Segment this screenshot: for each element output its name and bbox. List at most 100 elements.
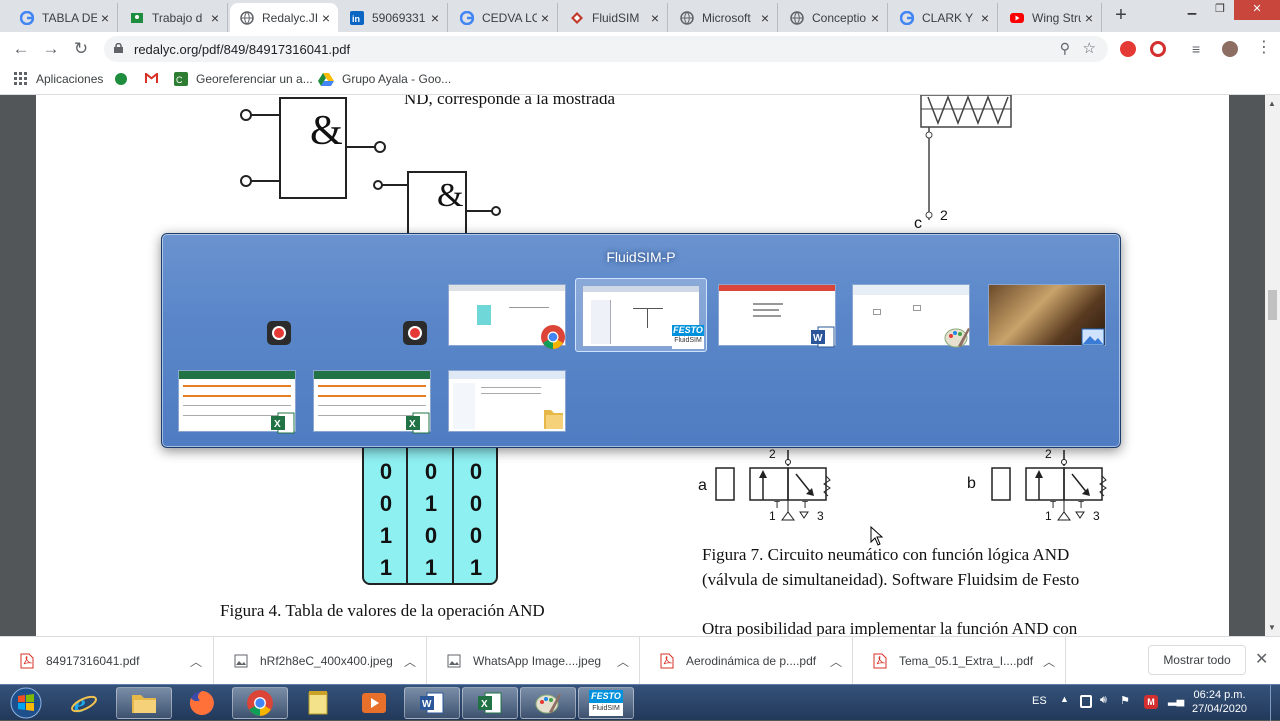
switcher-window-photo-viewer[interactable] xyxy=(988,284,1106,348)
taskbar-word[interactable]: W xyxy=(404,687,460,719)
scroll-up-icon[interactable]: ▲ xyxy=(1268,99,1276,108)
tab-title: 59069331 xyxy=(372,10,426,25)
taskbar-excel[interactable]: X xyxy=(462,687,518,719)
new-tab-button[interactable]: + xyxy=(1110,5,1132,27)
dropbox-icon[interactable] xyxy=(1080,695,1092,708)
svg-text:in: in xyxy=(352,14,360,24)
bookmark-grupo-ayala[interactable]: Grupo Ayala - Goo... xyxy=(318,72,451,86)
download-item[interactable]: 84917316041.pdf ︿ xyxy=(0,637,214,685)
close-tab-icon[interactable]: × xyxy=(211,10,219,26)
close-tab-icon[interactable]: × xyxy=(981,10,989,26)
volume-icon[interactable]: 🔊︎ xyxy=(1100,694,1107,707)
start-button[interactable] xyxy=(6,686,46,720)
avatar[interactable] xyxy=(1222,41,1238,57)
switcher-window-explorer[interactable] xyxy=(448,370,566,434)
taskbar-paint[interactable] xyxy=(520,687,576,719)
switcher-window-excel-2[interactable]: X xyxy=(313,370,431,434)
adblock-icon[interactable] xyxy=(1120,41,1136,57)
classroom-icon xyxy=(131,12,143,23)
scrollbar-thumb[interactable] xyxy=(1268,290,1277,320)
photo-viewer-icon xyxy=(1081,328,1105,346)
image-icon xyxy=(447,654,461,668)
tab-clark[interactable]: CLARK Y × xyxy=(890,3,998,32)
chevron-up-icon[interactable]: ︿ xyxy=(826,653,846,670)
taskbar-chrome[interactable] xyxy=(232,687,288,719)
back-icon[interactable]: ← xyxy=(10,38,32,60)
system-clock[interactable]: 06:24 p.m. 27/04/2020 xyxy=(1192,688,1247,716)
tab-tabla[interactable]: TABLA DE × xyxy=(10,3,118,32)
switcher-window-paint[interactable] xyxy=(852,284,970,348)
tab-title: CLARK Y xyxy=(922,10,974,25)
taskbar-explorer[interactable] xyxy=(116,687,172,719)
close-window-icon[interactable]: ✕ xyxy=(1234,0,1280,20)
switcher-window-fluidsim[interactable]: FESTO FluidSIM xyxy=(575,278,707,352)
taskbar-notes[interactable] xyxy=(290,687,346,719)
tab-redalyc[interactable]: Redalyc.JIi × xyxy=(230,3,338,32)
close-tab-icon[interactable]: × xyxy=(322,10,330,26)
close-downloads-icon[interactable]: ✕ xyxy=(1255,649,1268,669)
language-indicator[interactable]: ES xyxy=(1032,695,1047,707)
chevron-up-icon[interactable]: ︿ xyxy=(186,653,206,670)
network-signal-icon[interactable]: ▂▄ xyxy=(1168,693,1184,706)
close-tab-icon[interactable]: × xyxy=(431,10,439,26)
taskbar-firefox[interactable] xyxy=(174,687,230,719)
taskbar-fluidsim[interactable]: FESTO FluidSIM xyxy=(578,687,634,719)
menu-icon[interactable]: ⋮ xyxy=(1256,40,1272,57)
download-item[interactable]: Tema_05.1_Extra_I....pdf ︿ xyxy=(853,637,1066,685)
forward-icon[interactable]: → xyxy=(40,38,62,60)
bookmark-gmail[interactable] xyxy=(144,72,159,84)
switcher-window-chrome[interactable] xyxy=(448,284,566,349)
truth-cell: 0 xyxy=(424,523,438,548)
close-tab-icon[interactable]: × xyxy=(651,10,659,26)
close-tab-icon[interactable]: × xyxy=(1085,10,1093,26)
bookmark-apps[interactable]: Aplicaciones xyxy=(14,72,103,86)
bookmark-star-icon[interactable]: ☆ xyxy=(1083,39,1096,57)
download-item[interactable]: hRf2h8eC_400x400.jpeg ︿ xyxy=(214,637,427,685)
address-bar[interactable]: redalyc.org/pdf/849/84917316041.pdf ⚲ ☆ xyxy=(104,36,1108,62)
globe-icon xyxy=(790,10,804,25)
tab-microsoft[interactable]: Microsoft × xyxy=(670,3,778,32)
tab-cedva[interactable]: CEDVA LC × xyxy=(450,3,558,32)
bookmark-green[interactable] xyxy=(114,72,128,86)
chevron-up-icon[interactable]: ︿ xyxy=(1039,653,1059,670)
switcher-window-recorder-1[interactable] xyxy=(222,284,340,348)
window-switcher: FluidSIM-P FESTO FluidSIM W X X xyxy=(161,233,1121,448)
reload-icon[interactable]: ↻ xyxy=(70,38,92,60)
tray-expand-icon[interactable]: ▲ xyxy=(1060,694,1069,704)
fluidsim-badge-text: FluidSIM xyxy=(592,705,620,712)
show-desktop-button[interactable] xyxy=(1270,685,1280,721)
minimize-icon[interactable]: ▁ xyxy=(1178,0,1206,20)
download-item[interactable]: WhatsApp Image....jpeg ︿ xyxy=(427,637,640,685)
tab-trabajo[interactable]: Trabajo d × xyxy=(120,3,228,32)
tab-fluidsim[interactable]: FluidSIM × xyxy=(560,3,668,32)
chevron-up-icon[interactable]: ︿ xyxy=(400,653,420,670)
tab-linkedin[interactable]: in 59069331 × xyxy=(340,3,448,32)
close-tab-icon[interactable]: × xyxy=(871,10,879,26)
switcher-window-excel-1[interactable]: X xyxy=(178,370,296,434)
figure7-caption-line2: (válvula de simultaneidad). Software Flu… xyxy=(702,570,1080,589)
bookmark-georeferenciar[interactable]: C Georeferenciar un a... xyxy=(174,72,313,86)
svg-text:X: X xyxy=(274,419,281,430)
notes-icon xyxy=(308,691,328,715)
zoom-icon[interactable]: ⚲ xyxy=(1060,40,1070,57)
tab-conceptio[interactable]: Conceptio × xyxy=(780,3,888,32)
close-tab-icon[interactable]: × xyxy=(761,10,769,26)
vertical-scrollbar[interactable]: ▲ ▼ xyxy=(1265,95,1280,636)
download-filename: hRf2h8eC_400x400.jpeg xyxy=(260,654,393,668)
show-all-downloads-button[interactable]: Mostrar todo xyxy=(1148,645,1246,675)
close-tab-icon[interactable]: × xyxy=(101,10,109,26)
flag-icon[interactable]: ⚑ xyxy=(1120,694,1130,707)
close-tab-icon[interactable]: × xyxy=(541,10,549,26)
chevron-up-icon[interactable]: ︿ xyxy=(613,653,633,670)
opera-icon[interactable] xyxy=(1150,41,1166,57)
taskbar-media[interactable] xyxy=(346,687,402,719)
tab-wing[interactable]: Wing Stru × xyxy=(1000,3,1102,32)
scroll-down-icon[interactable]: ▼ xyxy=(1268,623,1276,632)
antivirus-icon[interactable]: M xyxy=(1144,695,1158,709)
download-item[interactable]: Aerodinámica de p....pdf ︿ xyxy=(640,637,853,685)
taskbar-ie[interactable]: e xyxy=(56,687,112,719)
bookmark-label: Georeferenciar un a... xyxy=(196,72,313,86)
restore-icon[interactable]: ❐ xyxy=(1206,0,1234,20)
reading-list-icon[interactable]: ≡ xyxy=(1192,41,1208,57)
switcher-window-word[interactable]: W xyxy=(718,284,836,348)
